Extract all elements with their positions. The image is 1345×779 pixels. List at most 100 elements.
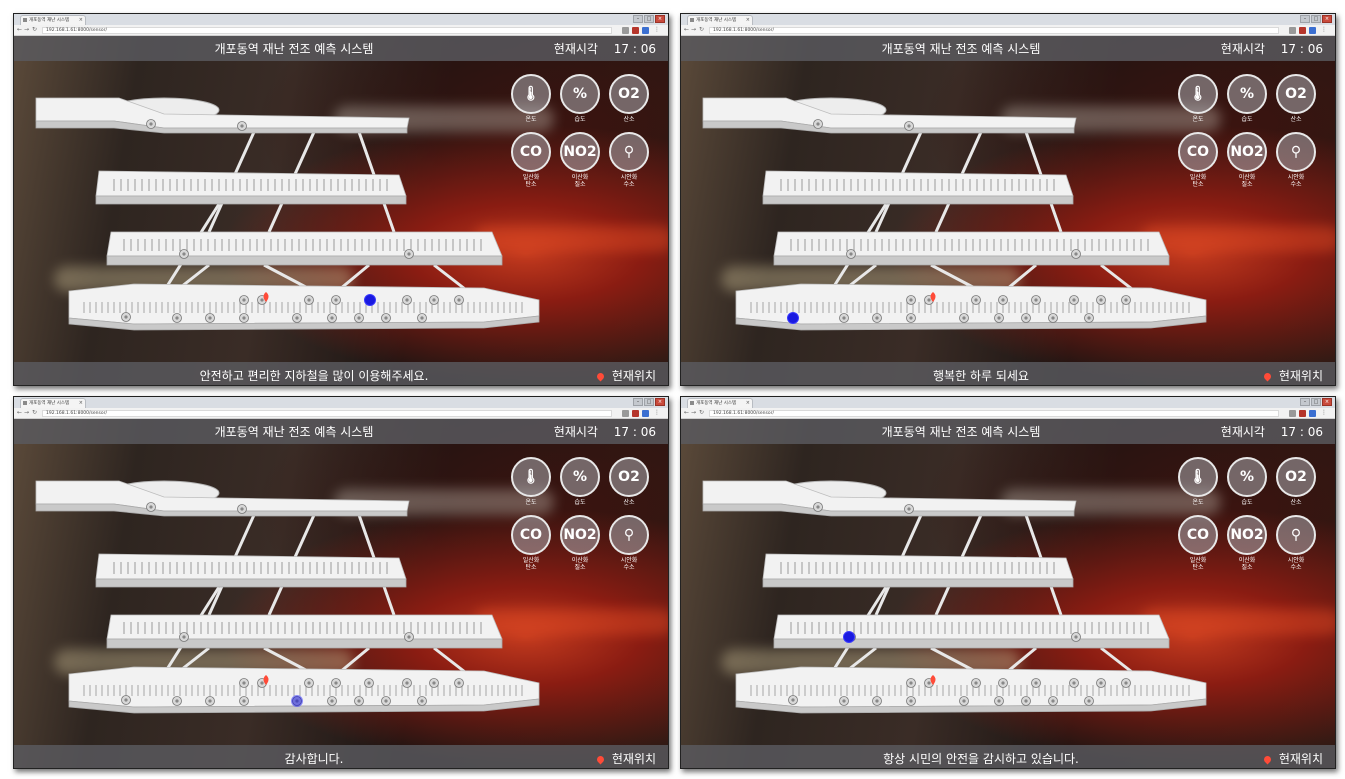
- sensor-oxygen[interactable]: O2 산소: [605, 74, 653, 123]
- forward-icon[interactable]: →: [24, 26, 29, 33]
- sensor-node-icon: [292, 313, 302, 323]
- sensor-node-icon: [239, 696, 249, 706]
- sensor-co[interactable]: CO 일산화 탄소: [507, 132, 555, 188]
- maximize-button[interactable]: □: [644, 398, 654, 406]
- star-icon[interactable]: [1289, 27, 1296, 34]
- reload-icon[interactable]: ↻: [32, 26, 37, 33]
- sensor-humidity[interactable]: % 습도: [556, 74, 604, 123]
- reload-icon[interactable]: ↻: [699, 26, 704, 33]
- sensor-node-icon: [813, 119, 823, 129]
- sensor-node-icon: [304, 295, 314, 305]
- browser-tab[interactable]: 개포동역 재난 시스템 ×: [687, 15, 753, 25]
- close-tab-icon[interactable]: ×: [79, 16, 83, 25]
- minimize-button[interactable]: –: [633, 15, 643, 23]
- url-input[interactable]: 192.168.1.61:8000/sensor/: [42, 410, 612, 417]
- sensor-node-icon: [146, 119, 156, 129]
- sensor-humidity[interactable]: % 습도: [556, 457, 604, 506]
- current-location-button[interactable]: 현재위치: [1262, 367, 1323, 384]
- close-window-button[interactable]: ×: [1322, 15, 1332, 23]
- sensor-label: 일산화 탄소: [522, 174, 540, 188]
- sensor-no2[interactable]: NO2 이산화 질소: [556, 515, 604, 571]
- close-tab-icon[interactable]: ×: [79, 399, 83, 408]
- app-header: 개포동역 재난 전조 예측 시스템 현재시각 17 : 06: [14, 419, 668, 444]
- menu-icon[interactable]: ⋮: [654, 410, 661, 417]
- minimize-button[interactable]: –: [1300, 15, 1310, 23]
- star-icon[interactable]: [1289, 410, 1296, 417]
- minimize-button[interactable]: –: [633, 398, 643, 406]
- back-icon[interactable]: ←: [17, 409, 22, 416]
- browser-tab[interactable]: 개포동역 재난 시스템 ×: [687, 398, 753, 408]
- star-icon[interactable]: [622, 27, 629, 34]
- menu-icon[interactable]: ⋮: [654, 27, 661, 34]
- sensor-hcn[interactable]: ⚲ 시안화 수소: [1272, 132, 1320, 188]
- sensor-node-icon: [906, 678, 916, 688]
- sensor-thermometer[interactable]: 🌡 온도: [507, 457, 555, 506]
- sensor-no2[interactable]: NO2 이산화 질소: [556, 132, 604, 188]
- sensor-thermometer[interactable]: 🌡 온도: [1174, 457, 1222, 506]
- sensor-humidity[interactable]: % 습도: [1223, 74, 1271, 123]
- sensor-oxygen[interactable]: O2 산소: [1272, 457, 1320, 506]
- sensor-hcn[interactable]: ⚲ 시안화 수소: [605, 132, 653, 188]
- window-controls: – □ ×: [633, 398, 665, 406]
- extension-icon[interactable]: [632, 27, 639, 34]
- browser-tab[interactable]: 개포동역 재난 시스템 ×: [20, 15, 86, 25]
- current-location-button[interactable]: 현재위치: [595, 367, 656, 384]
- sensor-label: 일산화 탄소: [1189, 174, 1207, 188]
- sensor-co[interactable]: CO 일산화 탄소: [507, 515, 555, 571]
- extension-icon[interactable]: [1309, 410, 1316, 417]
- current-location-button[interactable]: 현재위치: [1262, 750, 1323, 767]
- extension-icon[interactable]: [642, 27, 649, 34]
- close-window-button[interactable]: ×: [655, 15, 665, 23]
- url-input[interactable]: 192.168.1.61:8000/sensor/: [709, 410, 1279, 417]
- minimize-button[interactable]: –: [1300, 398, 1310, 406]
- sensor-hcn[interactable]: ⚲ 시안화 수소: [605, 515, 653, 571]
- app-viewport: 개포동역 재난 전조 예측 시스템 현재시각 17 : 06 🌡 온도% 습도 O2 산…: [14, 419, 668, 768]
- extension-icon[interactable]: [1309, 27, 1316, 34]
- forward-icon[interactable]: →: [24, 409, 29, 416]
- reload-icon[interactable]: ↻: [32, 409, 37, 416]
- close-window-button[interactable]: ×: [655, 398, 665, 406]
- maximize-button[interactable]: □: [1311, 398, 1321, 406]
- sensor-oxygen[interactable]: O2 산소: [605, 457, 653, 506]
- sensor-co[interactable]: CO 일산화 탄소: [1174, 132, 1222, 188]
- browser-tab[interactable]: 개포동역 재난 시스템 ×: [20, 398, 86, 408]
- reload-icon[interactable]: ↻: [699, 409, 704, 416]
- sensor-co[interactable]: CO 일산화 탄소: [1174, 515, 1222, 571]
- sensor-node-icon: [839, 696, 849, 706]
- sensor-humidity[interactable]: % 습도: [1223, 457, 1271, 506]
- footer-message: 안전하고 편리한 지하철을 많이 이용해주세요.: [199, 369, 429, 383]
- star-icon[interactable]: [622, 410, 629, 417]
- sensor-thermometer[interactable]: 🌡 온도: [1174, 74, 1222, 123]
- forward-icon[interactable]: →: [691, 409, 696, 416]
- back-icon[interactable]: ←: [17, 26, 22, 33]
- back-icon[interactable]: ←: [684, 26, 689, 33]
- extension-icon[interactable]: [1299, 410, 1306, 417]
- extension-icon[interactable]: [642, 410, 649, 417]
- extension-icon[interactable]: [632, 410, 639, 417]
- menu-icon[interactable]: ⋮: [1321, 410, 1328, 417]
- sensor-oxygen[interactable]: O2 산소: [1272, 74, 1320, 123]
- sensor-node-icon: [172, 313, 182, 323]
- app-viewport: 개포동역 재난 전조 예측 시스템 현재시각 17 : 06 🌡 온도% 습도 O2 산…: [681, 419, 1335, 768]
- sensor-node-icon: [381, 696, 391, 706]
- current-location-button[interactable]: 현재위치: [595, 750, 656, 767]
- sensor-node-icon: [146, 502, 156, 512]
- url-input[interactable]: 192.168.1.61:8000/sensor/: [42, 27, 612, 34]
- sensor-hcn[interactable]: ⚲ 시안화 수소: [1272, 515, 1320, 571]
- sensor-no2[interactable]: NO2 이산화 질소: [1223, 515, 1271, 571]
- forward-icon[interactable]: →: [691, 26, 696, 33]
- close-tab-icon[interactable]: ×: [746, 16, 750, 25]
- sensor-thermometer[interactable]: 🌡 온도: [507, 74, 555, 123]
- url-input[interactable]: 192.168.1.61:8000/sensor/: [709, 27, 1279, 34]
- maximize-button[interactable]: □: [644, 15, 654, 23]
- back-icon[interactable]: ←: [684, 409, 689, 416]
- sensor-no2[interactable]: NO2 이산화 질소: [1223, 132, 1271, 188]
- maximize-button[interactable]: □: [1311, 15, 1321, 23]
- close-tab-icon[interactable]: ×: [746, 399, 750, 408]
- menu-icon[interactable]: ⋮: [1321, 27, 1328, 34]
- close-window-button[interactable]: ×: [1322, 398, 1332, 406]
- app-header: 개포동역 재난 전조 예측 시스템 현재시각 17 : 06: [681, 36, 1335, 61]
- sensor-node-icon: [121, 695, 131, 705]
- extension-icon[interactable]: [1299, 27, 1306, 34]
- clock-time: 17 : 06: [1280, 42, 1323, 56]
